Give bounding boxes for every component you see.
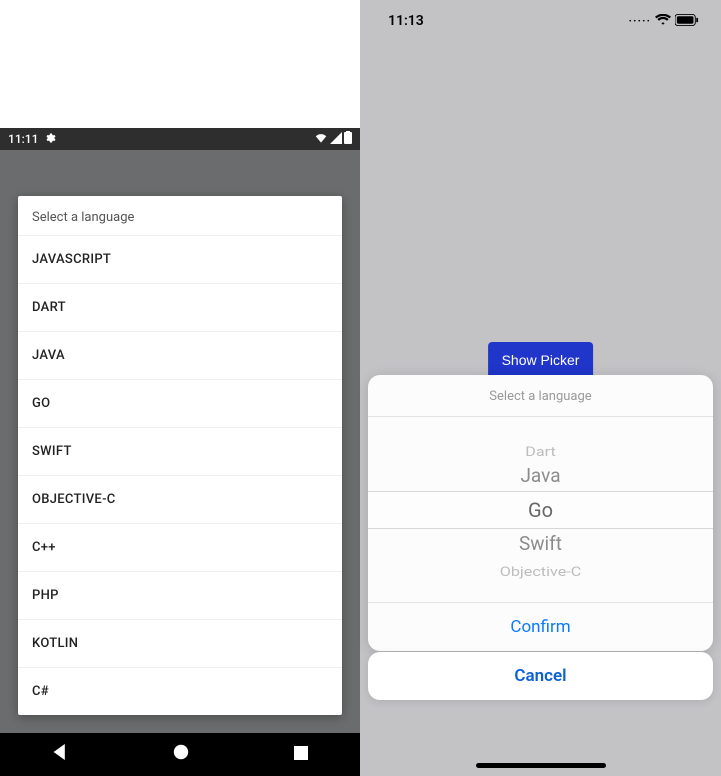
picker-title: Select a language	[368, 375, 713, 417]
show-picker-button[interactable]: Show Picker	[488, 342, 594, 378]
ios-screen: 11:13 ····· Show Picker Select a languag…	[360, 0, 721, 776]
picker-row: Objective-C	[377, 558, 705, 587]
android-screen: 11:11 Select a language JAVASCRIPT DART …	[0, 0, 360, 776]
ios-status-bar: 11:13 ·····	[360, 0, 721, 42]
status-time: 11:11	[8, 132, 38, 146]
battery-icon	[675, 14, 699, 29]
list-item[interactable]: JAVASCRIPT	[18, 235, 342, 283]
list-item[interactable]: PHP	[18, 571, 342, 619]
blank-top	[0, 0, 360, 128]
nav-home-icon[interactable]	[173, 744, 189, 764]
picker-row-selected: Go	[368, 491, 713, 529]
list-item[interactable]: DART	[18, 283, 342, 331]
wifi-icon	[655, 14, 671, 29]
cell-icon	[330, 132, 342, 147]
list-item[interactable]: OBJECTIVE-C	[18, 475, 342, 523]
nav-recent-icon[interactable]	[294, 745, 308, 764]
language-dialog: Select a language JAVASCRIPT DART JAVA G…	[18, 196, 342, 715]
dots-icon: ·····	[628, 14, 651, 28]
picker-row	[385, 585, 696, 604]
home-indicator[interactable]	[476, 763, 606, 768]
list-item[interactable]: GO	[18, 379, 342, 427]
list-item[interactable]: JAVA	[18, 331, 342, 379]
android-nav-bar	[0, 733, 360, 776]
gear-icon	[44, 132, 56, 147]
confirm-button[interactable]: Confirm	[368, 603, 713, 651]
cancel-button[interactable]: Cancel	[368, 652, 713, 700]
picker-row: Java	[368, 457, 713, 495]
wifi-icon	[314, 132, 328, 147]
picker-sheet: Select a language Dart Java Go Swift Obj…	[368, 375, 713, 651]
dialog-title: Select a language	[18, 196, 342, 235]
list-item[interactable]: SWIFT	[18, 427, 342, 475]
list-item[interactable]: KOTLIN	[18, 619, 342, 667]
status-time: 11:13	[388, 13, 424, 29]
nav-back-icon[interactable]	[52, 744, 68, 764]
list-item[interactable]: C++	[18, 523, 342, 571]
list-item[interactable]: C#	[18, 667, 342, 715]
battery-icon	[344, 131, 352, 147]
picker-wheel[interactable]: Dart Java Go Swift Objective-C	[368, 417, 713, 603]
android-status-bar: 11:11	[0, 128, 360, 150]
android-body: Select a language JAVASCRIPT DART JAVA G…	[0, 150, 360, 733]
ios-body: Show Picker Select a language Dart Java …	[360, 42, 721, 776]
